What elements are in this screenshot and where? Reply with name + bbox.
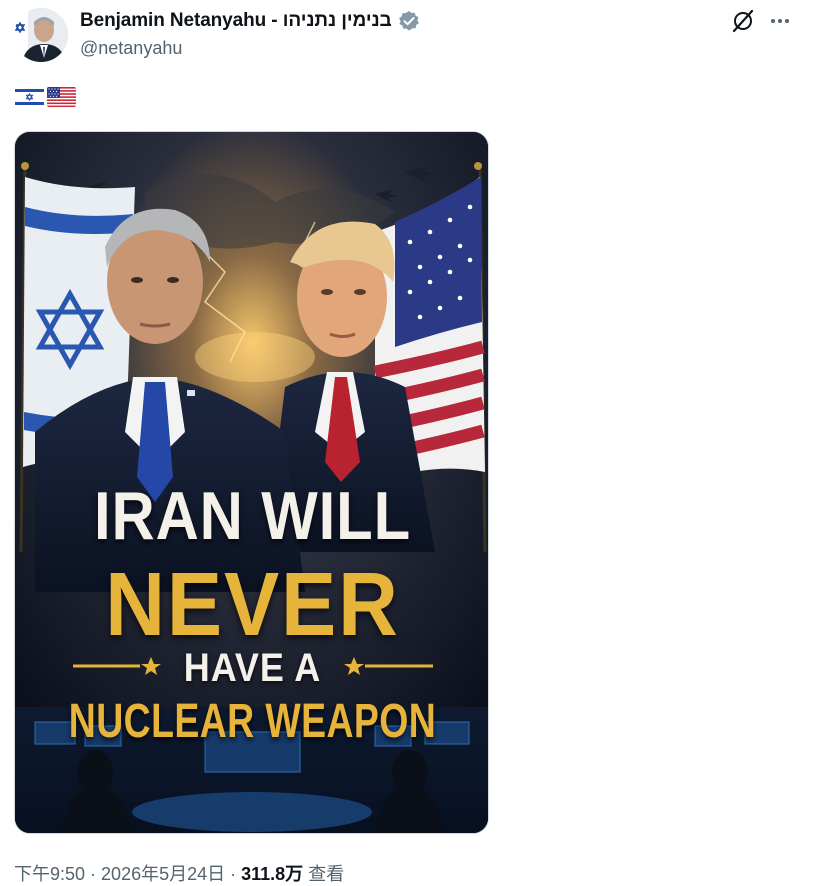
post-text [15,87,76,107]
meta-separator: · [225,864,242,884]
tweet: Benjamin Netanyahu - בנימין נתניהו @neta… [0,0,816,886]
grok-icon[interactable] [728,6,758,36]
post-date[interactable]: 2026年5月24日 [101,864,225,884]
author-display-name[interactable]: Benjamin Netanyahu - בנימין נתניהו [80,10,392,32]
avatar[interactable] [14,8,68,62]
post-image[interactable]: IRAN WILL NEVER HAVE A NUCLEAR WEAPON [14,131,489,834]
more-options-icon[interactable] [764,6,796,36]
poster-line-3: HAVE A [183,646,322,690]
post-metadata: 下午9:50 · 2026年5月24日 · 311.8万 查看 [14,860,344,886]
author-line: Benjamin Netanyahu - בנימין נתניהו [80,10,420,32]
verified-badge-icon[interactable] [398,10,420,32]
poster-line-4: NUCLEAR WEAPON [68,695,437,748]
usa-flag-icon [47,87,76,107]
meta-separator: · [85,864,102,884]
author-handle[interactable]: @netanyahu [80,38,182,59]
post-time[interactable]: 下午9:50 [14,864,85,884]
poster-line-2: NEVER [105,555,400,655]
views-label: 查看 [303,864,345,884]
israel-flag-icon [15,87,44,107]
view-count: 311.8万 [241,864,304,884]
poster-line-1: IRAN WILL [93,478,412,554]
